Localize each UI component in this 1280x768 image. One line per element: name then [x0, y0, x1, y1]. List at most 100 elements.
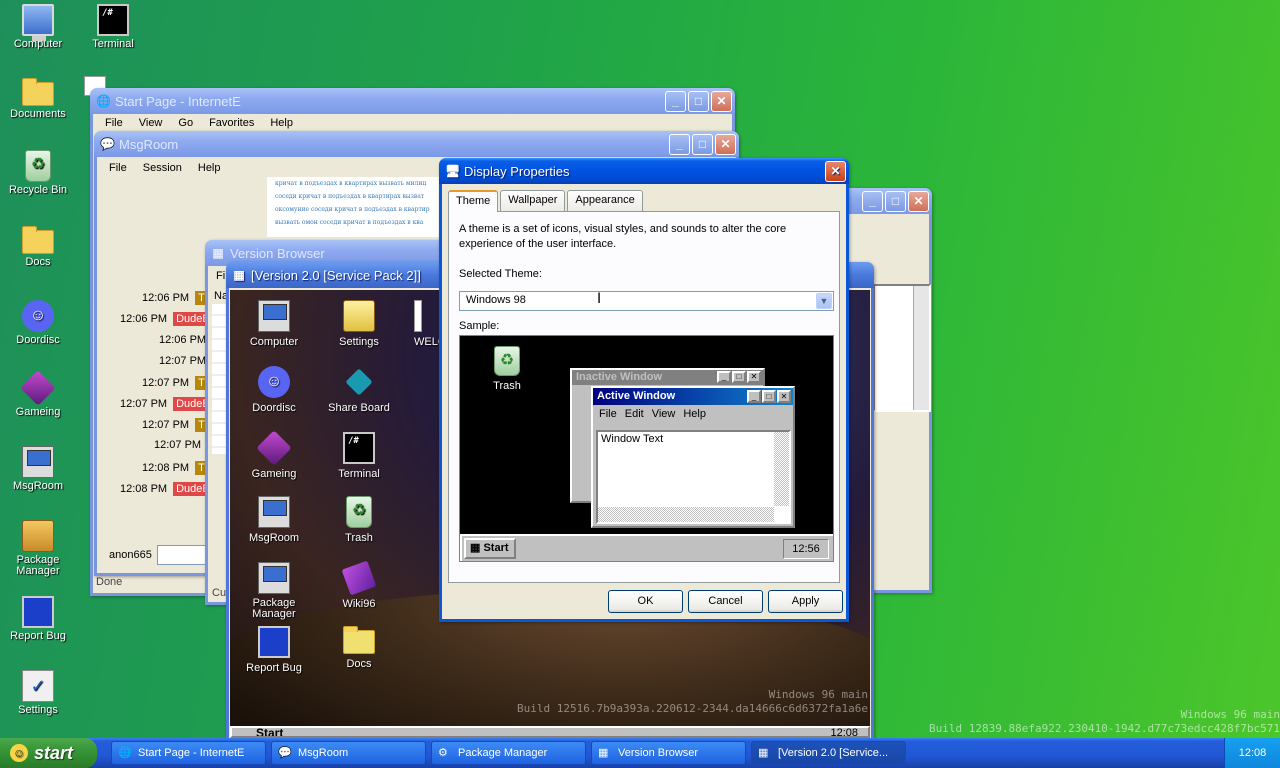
inner-icon-gameing[interactable]: Gameing: [234, 430, 314, 480]
horizontal-scrollbar[interactable]: [598, 507, 774, 522]
inner-icon-settings[interactable]: Settings: [319, 300, 399, 348]
taskbar-item-version-browser[interactable]: ▦ Version Browser: [591, 741, 746, 765]
taskbar-item-msgroom[interactable]: 💬 MsgRoom: [271, 741, 426, 765]
chat-line: оксомуние соседи кричат в подъездах в кв…: [275, 206, 430, 213]
version-icon: ▦: [233, 268, 245, 282]
menu-go[interactable]: Go: [170, 116, 201, 130]
sample-start-button[interactable]: ▦ Start: [464, 538, 516, 559]
menu-session[interactable]: Session: [135, 161, 190, 175]
taskbar-item-package-manager[interactable]: ⚙ Package Manager: [431, 741, 586, 765]
taskbar-item-internet[interactable]: 🌐 Start Page - InternetE: [111, 741, 266, 765]
chat-line: кричат в подъездах в квартирах вызвать м…: [275, 180, 427, 187]
package-icon: ⚙: [438, 747, 448, 759]
close-button[interactable]: ✕: [908, 190, 929, 212]
tab-wallpaper[interactable]: Wallpaper: [500, 190, 566, 211]
minimize-button[interactable]: _: [717, 371, 731, 383]
menu-help[interactable]: Help: [262, 116, 301, 130]
terminal-icon: /#: [97, 4, 129, 36]
inner-icon-wiki96[interactable]: Wiki96: [319, 560, 399, 610]
desktop-icon-settings[interactable]: ✓ Settings: [0, 670, 76, 716]
version-icon: ▦: [598, 747, 609, 759]
gameing-icon: [20, 370, 56, 406]
report-bug-icon: [22, 596, 54, 628]
menu-file[interactable]: File: [97, 116, 131, 130]
maximize-button[interactable]: □: [762, 390, 776, 403]
inner-icon-msgroom[interactable]: MsgRoom: [234, 496, 314, 544]
display-properties-window[interactable]: 🖥 Display Properties ✕ Theme Wallpaper A…: [439, 158, 849, 622]
trash-icon: ♻: [346, 496, 372, 528]
inner-icon-doordisc[interactable]: ☺ Doordisc: [234, 366, 314, 414]
message-row: 12:07 PM Tr: [142, 418, 212, 432]
close-button[interactable]: ✕: [825, 160, 846, 182]
inner-icon-computer[interactable]: Computer: [234, 300, 314, 348]
version-browser-menu[interactable]: Fi: [216, 270, 225, 282]
inner-icon-package-manager[interactable]: Package Manager: [234, 562, 314, 620]
start-button[interactable]: ☺ start: [0, 738, 97, 768]
report-bug-icon: [258, 626, 290, 658]
apply-button[interactable]: Apply: [768, 590, 843, 613]
menu-help[interactable]: Help: [190, 161, 229, 175]
ok-button[interactable]: OK: [608, 590, 683, 613]
desktop-icon-gameing[interactable]: Gameing: [0, 370, 76, 418]
msgroom-chat-area: кричат в подъездах в квартирах вызвать м…: [267, 177, 442, 237]
theme-select[interactable]: Windows 98 ▼: [459, 291, 834, 311]
minimize-button[interactable]: _: [665, 90, 686, 112]
desktop-icon-doordisc[interactable]: ☺ Doordisc: [0, 300, 76, 346]
maximize-button[interactable]: □: [732, 371, 746, 383]
tab-appearance[interactable]: Appearance: [567, 190, 643, 211]
inner-start-button[interactable]: Start: [256, 728, 283, 736]
desktop-build-watermark: Windows 96 main Build 12839.88efa922.230…: [929, 708, 1280, 735]
msgroom-titlebar[interactable]: 💬 MsgRoom _ □ ✕: [94, 131, 739, 157]
chevron-down-icon[interactable]: ▼: [816, 293, 832, 309]
minimize-button[interactable]: _: [747, 390, 761, 403]
desktop-icon-package-manager[interactable]: Package Manager: [0, 520, 76, 577]
inner-icon-share-board[interactable]: Share Board: [319, 366, 399, 414]
desktop-icon-terminal[interactable]: /# Terminal: [75, 4, 151, 50]
msgroom-icon: [258, 496, 290, 528]
computer-icon: [22, 4, 54, 41]
minimize-button[interactable]: _: [862, 190, 883, 212]
message-row: 12:07 PM Tr: [142, 376, 212, 390]
welcome-icon: [414, 300, 422, 332]
menu-favorites[interactable]: Favorites: [201, 116, 262, 130]
chat-line: соседи кричат в подъездах в квартирах вы…: [275, 193, 425, 200]
inner-icon-report-bug[interactable]: Report Bug: [234, 626, 314, 674]
sample-text-area[interactable]: Window Text: [596, 430, 791, 524]
desktop-icon-recycle-bin[interactable]: ♻ Recycle Bin: [0, 150, 76, 196]
background-window-titlebar[interactable]: _ □ ✕: [840, 188, 932, 214]
maximize-button[interactable]: □: [692, 133, 713, 155]
display-properties-titlebar[interactable]: 🖥 Display Properties ✕: [439, 158, 849, 184]
inner-icon-terminal[interactable]: /# Terminal: [319, 432, 399, 480]
scrollbar[interactable]: [913, 286, 929, 410]
inner-icon-trash[interactable]: ♻ Trash: [319, 496, 399, 544]
close-button[interactable]: ✕: [715, 133, 736, 155]
chat-icon: 💬: [278, 747, 292, 759]
close-button[interactable]: ✕: [777, 390, 791, 403]
inner-build-watermark: Windows 96 main Build 12516.7b9a393a.220…: [517, 688, 868, 715]
maximize-button[interactable]: □: [885, 190, 906, 212]
maximize-button[interactable]: □: [688, 90, 709, 112]
share-board-icon: [345, 368, 373, 396]
menu-view[interactable]: View: [131, 116, 171, 130]
documents-icon: [22, 78, 54, 106]
desktop-icon-documents[interactable]: Documents: [0, 78, 76, 120]
internet-window-titlebar[interactable]: 🌐 Start Page - InternetE _ □ ✕: [90, 88, 735, 114]
folder-icon: [22, 226, 54, 254]
globe-icon: 🌐: [96, 94, 111, 108]
minimize-button[interactable]: _: [669, 133, 690, 155]
cancel-button[interactable]: Cancel: [688, 590, 763, 613]
desktop-icon-report-bug[interactable]: Report Bug: [0, 596, 76, 642]
close-button[interactable]: ✕: [711, 90, 732, 112]
taskbar-item-version-window[interactable]: ▦ [Version 2.0 [Service...: [751, 741, 906, 765]
taskbar: ☺ start 🌐 Start Page - InternetE 💬 MsgRo…: [0, 738, 1280, 768]
message-input[interactable]: [157, 545, 209, 565]
inner-icon-docs[interactable]: Docs: [319, 626, 399, 670]
desktop-icon-msgroom[interactable]: MsgRoom: [0, 446, 76, 492]
desktop-icon-computer[interactable]: Computer: [0, 4, 76, 50]
settings-icon: ✓: [22, 670, 54, 702]
desktop-icon-docs[interactable]: Docs: [0, 226, 76, 268]
menu-file[interactable]: File: [101, 161, 135, 175]
vertical-scrollbar[interactable]: [774, 432, 789, 506]
tab-theme[interactable]: Theme: [448, 190, 499, 212]
close-button[interactable]: ✕: [747, 371, 761, 383]
